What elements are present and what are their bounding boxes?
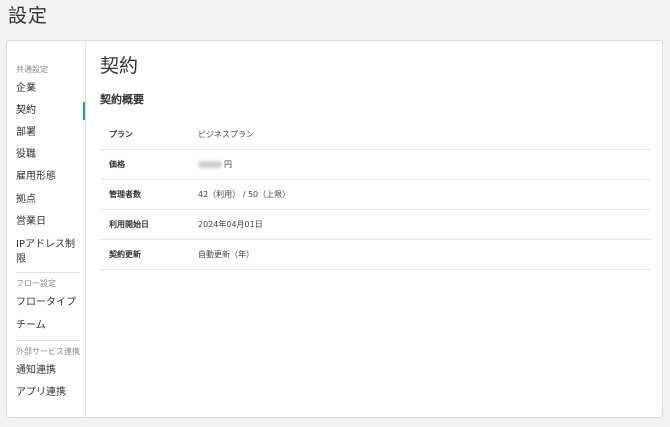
start-date-value: 2024年04月01日 xyxy=(198,209,650,240)
price-unit: 円 xyxy=(224,159,232,169)
sidebar-item-position[interactable]: 役職 xyxy=(16,148,82,162)
sidebar-item-team[interactable]: チーム xyxy=(16,319,82,333)
contract-title: 契約 xyxy=(100,55,139,77)
renewal-value: 自動更新（年） xyxy=(198,239,650,270)
sidebar-item-flow-type[interactable]: フロータイプ xyxy=(16,296,82,310)
sidebar-item-employment-type[interactable]: 雇用形態 xyxy=(16,170,82,184)
sidebar-item-contract[interactable]: 契約 xyxy=(16,104,82,118)
settings-card: 共通設定 企業 契約 部署 役職 雇用形態 拠点 営業日 IPアドレス制限 フロ… xyxy=(6,40,663,418)
sidebar-section-flow: フロー設定 xyxy=(16,279,56,288)
sidebar-item-company[interactable]: 企業 xyxy=(16,82,82,96)
page-title: 設定 xyxy=(8,5,49,27)
table-row: 管理者数 42（利用） / 50（上限） xyxy=(100,179,650,210)
sidebar-item-department[interactable]: 部署 xyxy=(16,126,82,140)
price-value-cell: 円 xyxy=(198,149,650,180)
table-row: 価格 円 xyxy=(100,149,650,180)
sidebar-section-common: 共通設定 xyxy=(16,65,48,74)
table-row: 契約更新 自動更新（年） xyxy=(100,239,650,270)
admin-count-value: 42（利用） / 50（上限） xyxy=(198,179,650,210)
sidebar-divider xyxy=(16,272,80,273)
table-row: 利用開始日 2024年04月01日 xyxy=(100,209,650,240)
sidebar-item-location[interactable]: 拠点 xyxy=(16,193,82,207)
table-row: プラン ビジネスプラン xyxy=(100,120,650,150)
sidebar-item-notification[interactable]: 通知連携 xyxy=(16,364,82,378)
sidebar-item-ip-restriction[interactable]: IPアドレス制限 xyxy=(16,237,82,267)
price-label: 価格 xyxy=(100,149,198,180)
sidebar-divider xyxy=(16,340,80,341)
active-indicator xyxy=(83,102,85,120)
start-date-label: 利用開始日 xyxy=(100,209,198,240)
blurred-price-amount xyxy=(198,160,222,168)
contract-summary-table: プラン ビジネスプラン 価格 円 管理者数 42（利用） / 50（上限） 利用… xyxy=(100,120,650,270)
contract-summary-heading: 契約概要 xyxy=(100,93,144,106)
contract-panel: 契約 契約概要 プラン ビジネスプラン 価格 円 管理者数 42（利用） / 5… xyxy=(86,41,662,417)
sidebar-section-external: 外部サービス連携 xyxy=(16,347,80,356)
settings-sidebar: 共通設定 企業 契約 部署 役職 雇用形態 拠点 営業日 IPアドレス制限 フロ… xyxy=(7,41,86,417)
admin-count-label: 管理者数 xyxy=(100,179,198,210)
plan-value: ビジネスプラン xyxy=(198,120,650,150)
sidebar-item-business-days[interactable]: 営業日 xyxy=(16,215,82,229)
plan-label: プラン xyxy=(100,120,198,150)
sidebar-item-app[interactable]: アプリ連携 xyxy=(16,386,82,400)
renewal-label: 契約更新 xyxy=(100,239,198,270)
